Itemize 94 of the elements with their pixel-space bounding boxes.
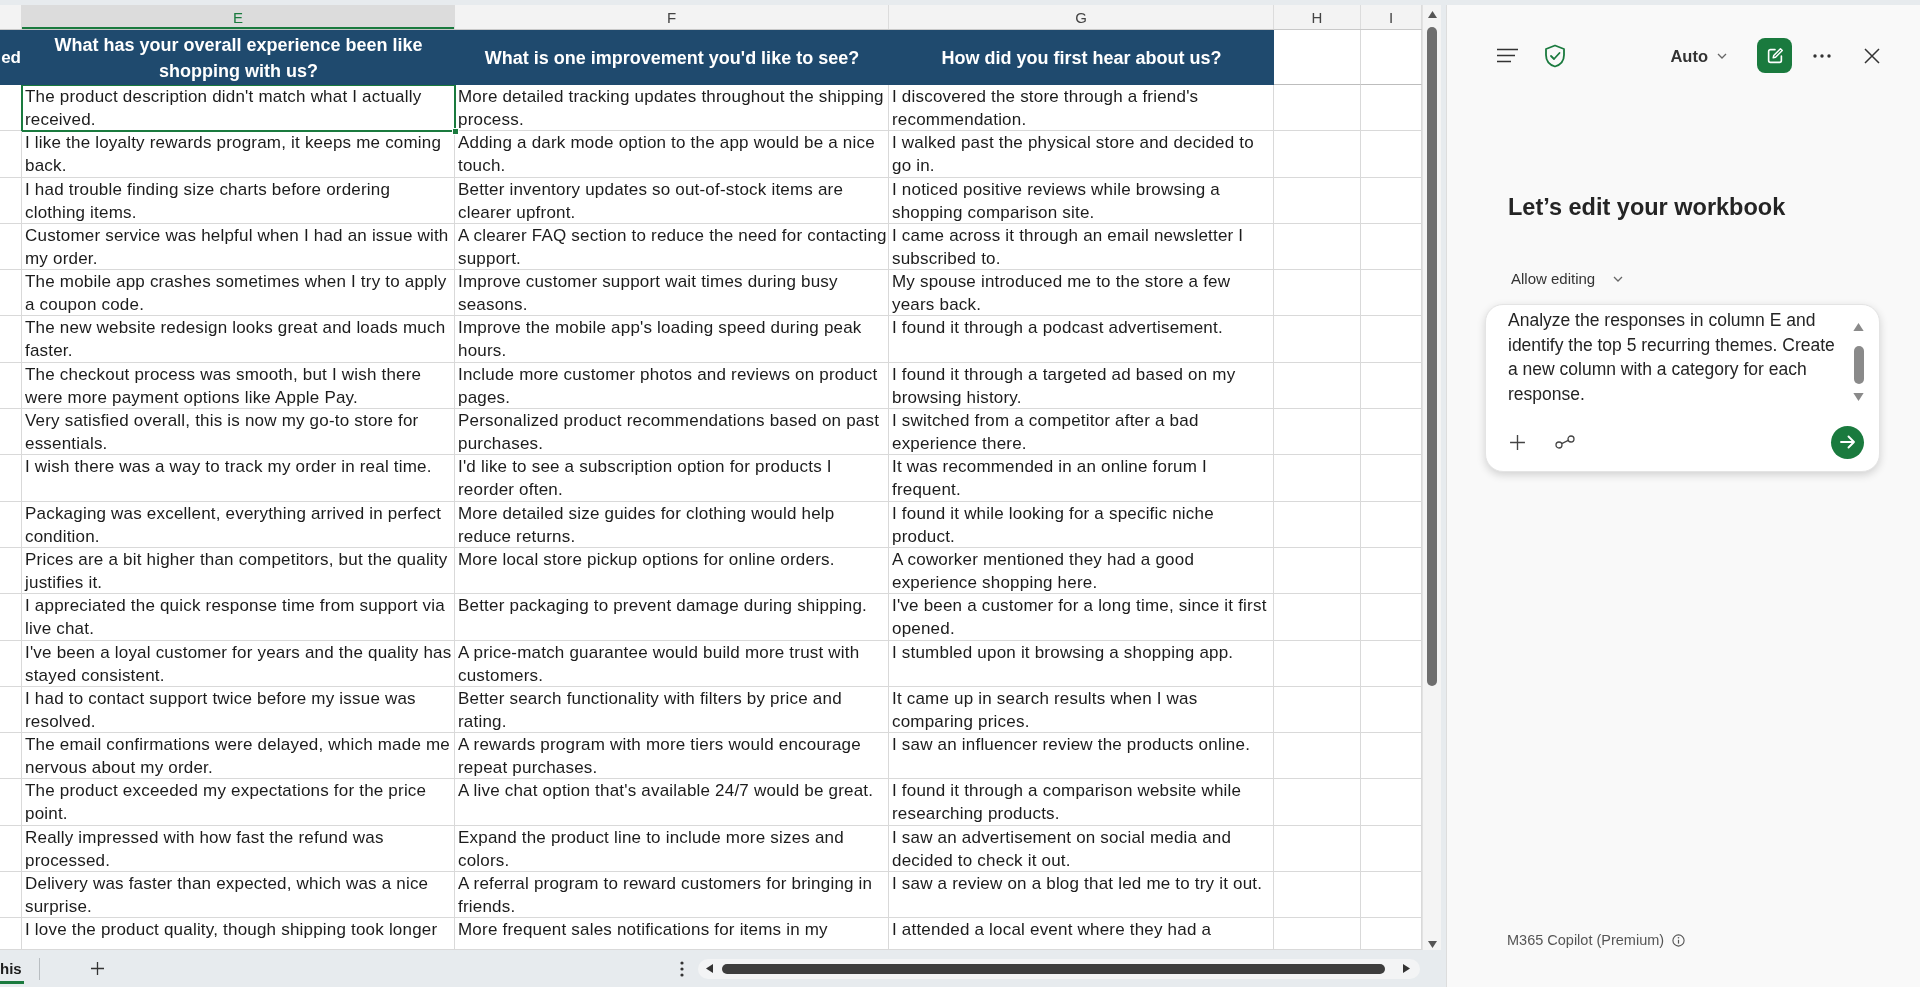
table-cell: The product exceeded my expectations for the price point.: [22, 779, 455, 826]
table-cell: I appreciated the quick response time from support via live chat.: [22, 594, 455, 641]
chevron-down-icon: [1717, 52, 1727, 59]
table-cell: A price-match guarantee would build more trust with customers.: [455, 640, 889, 687]
table-cell: The new website redesign looks great and loads much faster.: [22, 316, 455, 363]
table-cell: I saw an advertisement on social media and decided to check it out.: [889, 825, 1274, 873]
table-cell: I had trouble finding size charts before ordering clothing items.: [22, 177, 455, 224]
scrollbar-thumb[interactable]: [1427, 27, 1437, 686]
triangle-left-icon[interactable]: [706, 964, 713, 973]
send-button[interactable]: [1831, 425, 1864, 459]
table-cell: A coworker mentioned they had a good experience shopping here.: [889, 547, 1274, 595]
table-cell: A rewards program with more tiers would encourage repeat purchases.: [455, 733, 889, 780]
prompt-field[interactable]: Analyze the responses in column E and identify the top 5 recurring themes. Create a new column with a category for each response.: [1508, 308, 1844, 410]
table-cell: I switched from a competitor after a bad experience there.: [889, 409, 1274, 456]
table-cell: It came up in search results when I was comparing prices.: [889, 686, 1274, 734]
table-cell: Expand the product line to include more sizes and colors.: [455, 825, 889, 873]
table-cell: Packaging was excellent, everything arrived in perfect condition.: [22, 501, 455, 548]
triangle-up-icon[interactable]: [1853, 323, 1864, 331]
header-cell: What has your overall experience been like shopping with us?: [22, 30, 455, 85]
table-cell: I found it through a comparison website while researching products.: [889, 779, 1274, 826]
table-cell: I've been a loyal customer for years and the quality has stayed consistent.: [22, 640, 455, 687]
table-cell: It was recommended in an online forum I frequent.: [889, 455, 1274, 502]
menu-icon[interactable]: [1497, 48, 1518, 63]
table-cell: I walked past the physical store and decided to go in.: [889, 131, 1274, 178]
triangle-down-icon[interactable]: [1853, 393, 1864, 401]
table-cell: Adding a dark mode option to the app would be a nice touch.: [455, 131, 889, 178]
table-cell: Really impressed with how fast the refund was processed.: [22, 825, 455, 873]
table-cell: I found it through a targeted ad based on my browsing history.: [889, 362, 1274, 410]
fill-handle-icon[interactable]: [452, 128, 459, 136]
header-cell: What is one improvement you'd like to see?: [455, 30, 889, 85]
table-cell: I had to contact support twice before my issue was resolved.: [22, 686, 455, 734]
column-letter[interactable]: H: [1274, 5, 1361, 29]
close-icon[interactable]: [1864, 47, 1880, 64]
table-cell: The mobile app crashes sometimes when I try to apply a coupon code.: [22, 270, 455, 317]
table-cell: I saw a review on a blog that led me to try it out.: [889, 872, 1274, 919]
sheet-tab[interactable]: his: [0, 950, 24, 984]
vertical-scrollbar[interactable]: [1422, 5, 1441, 950]
table-cell: A clearer FAQ section to reduce the need for contacting support.: [455, 223, 889, 271]
more-icon[interactable]: [1813, 53, 1831, 58]
linked-circles-icon[interactable]: [1555, 435, 1575, 449]
arrow-right-icon: [1839, 435, 1856, 449]
triangle-up-icon[interactable]: [1427, 11, 1437, 18]
panel-heading: Let’s edit your workbook: [1508, 193, 1786, 221]
table-cell: Very satisfied overall, this is now my go-to store for essentials.: [22, 409, 455, 456]
table-cell: Improve the mobile app's loading speed during peak hours.: [455, 316, 889, 363]
table-cell: The product description didn't match what I actually received.: [22, 85, 455, 132]
table-cell: I came across it through an email newsletter I subscribed to.: [889, 223, 1274, 271]
table-cell: I like the loyalty rewards program, it keeps me coming back.: [22, 131, 455, 178]
table-cell: Better packaging to prevent damage during shipping.: [455, 594, 889, 641]
table-cell: Customer service was helpful when I had an issue with my order.: [22, 223, 455, 271]
compose-button[interactable]: [1757, 38, 1792, 73]
scrollbar-thumb[interactable]: [722, 963, 1385, 974]
plus-icon[interactable]: [89, 961, 105, 976]
more-vertical-icon[interactable]: [680, 960, 684, 977]
info-icon[interactable]: [1672, 933, 1686, 947]
table-cell: I've been a customer for a long time, since it first opened.: [889, 594, 1274, 641]
triangle-down-icon[interactable]: [1427, 941, 1437, 948]
header-cell: ed: [0, 30, 22, 85]
table-cell: My spouse introduced me to the store a few years back.: [889, 270, 1274, 317]
table-cell: A referral program to reward customers for bringing in friends.: [455, 872, 889, 919]
chevron-down-icon: [1613, 276, 1624, 282]
scrollbar-thumb[interactable]: [1853, 346, 1864, 384]
table-cell: Prices are a bit higher than competitors, but the quality justifies it.: [22, 547, 455, 595]
table-cell: I found it through a podcast advertisement.: [889, 316, 1274, 363]
triangle-right-icon[interactable]: [1403, 964, 1410, 973]
horizontal-scrollbar[interactable]: [698, 958, 1420, 979]
table-cell: Personalized product recommendations based on past purchases.: [455, 409, 889, 456]
header-cell: How did you first hear about us?: [889, 30, 1274, 85]
column-letter[interactable]: G: [889, 5, 1274, 29]
plan-label: M365 Copilot (Premium): [1507, 931, 1665, 949]
table-cell: I discovered the store through a friend's recommendation.: [889, 85, 1274, 132]
table-cell: Improve customer support wait times during busy seasons.: [455, 270, 889, 317]
table-cell: More detailed tracking updates throughout the shipping process.: [455, 85, 889, 132]
plus-icon[interactable]: [1509, 433, 1526, 451]
table-cell: Better search functionality with filters by price and rating.: [455, 686, 889, 734]
table-cell: More detailed size guides for clothing would help reduce returns.: [455, 501, 889, 548]
column-letter[interactable]: E: [22, 5, 455, 29]
table-cell: I found it while looking for a specific niche product.: [889, 501, 1274, 548]
table-cell: The email confirmations were delayed, which made me nervous about my order.: [22, 733, 455, 780]
table-cell: Delivery was faster than expected, which was a nice surprise.: [22, 872, 455, 919]
table-cell: I noticed positive reviews while browsing a shopping comparison site.: [889, 177, 1274, 224]
table-cell: Include more customer photos and reviews on product pages.: [455, 362, 889, 410]
table-cell: The checkout process was smooth, but I wish there were more payment options like Apple Pay.: [22, 362, 455, 410]
column-letter[interactable]: F: [455, 5, 889, 29]
permission-dropdown[interactable]: Allow editing: [1511, 269, 1624, 289]
mode-dropdown[interactable]: Auto: [1670, 44, 1727, 67]
table-cell: I saw an influencer review the products online.: [889, 733, 1274, 780]
table-cell: More local store pickup options for online orders.: [455, 547, 889, 595]
shield-check-icon[interactable]: [1544, 43, 1566, 68]
table-cell: I'd like to see a subscription option for products I reorder often.: [455, 455, 889, 502]
table-cell: I stumbled upon it browsing a shopping app.: [889, 640, 1274, 687]
table-cell: A live chat option that's available 24/7 would be great.: [455, 779, 889, 826]
table-cell: Better inventory updates so out-of-stock items are clearer upfront.: [455, 177, 889, 224]
table-cell: I wish there was a way to track my order in real time.: [22, 455, 455, 502]
